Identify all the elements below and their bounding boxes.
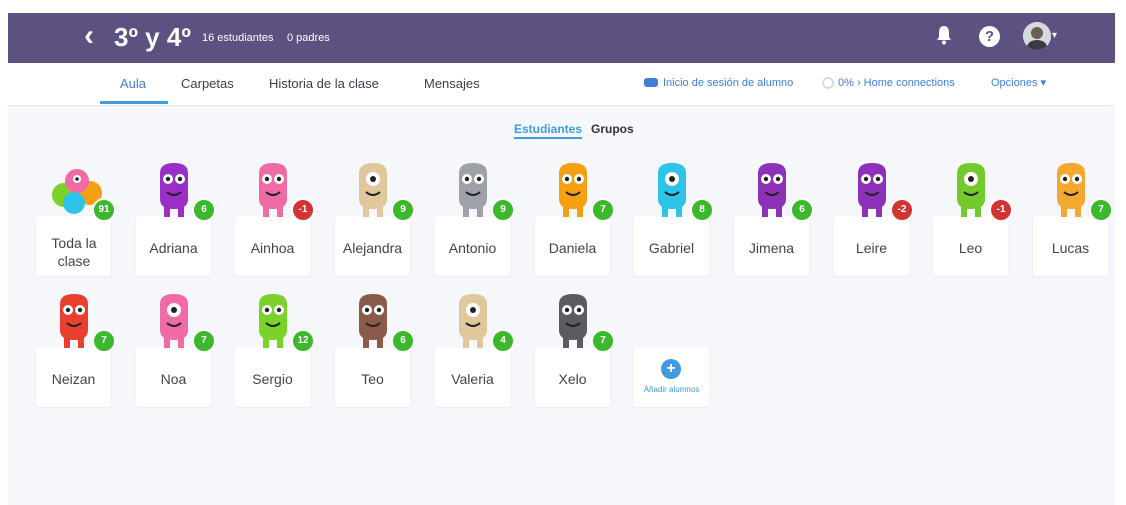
progress-ring-icon <box>822 77 834 89</box>
student-card[interactable]: Valeria <box>435 347 510 407</box>
points-badge: 7 <box>192 329 216 353</box>
points-badge: -1 <box>989 198 1013 222</box>
toggle-students[interactable]: Estudiantes <box>514 121 583 139</box>
student-name: Noa <box>160 371 187 387</box>
tab-aula[interactable]: Aula <box>120 76 146 92</box>
student-name: Gabriel <box>648 240 695 256</box>
points-badge: 6 <box>790 198 814 222</box>
student-name: Teo <box>361 371 384 387</box>
student-name: Sergio <box>252 371 293 387</box>
student-name: Leo <box>958 240 983 256</box>
monster-avatar[interactable] <box>150 290 198 350</box>
tab-mensajes[interactable]: Mensajes <box>424 76 480 92</box>
monster-avatar[interactable] <box>249 290 297 350</box>
monster-avatar[interactable] <box>349 290 397 350</box>
options-menu[interactable]: Opciones ▾ <box>991 76 1046 90</box>
points-badge: 6 <box>192 198 216 222</box>
points-badge: 4 <box>491 329 515 353</box>
student-card[interactable]: Alejandra <box>335 216 410 276</box>
student-name: Lucas <box>1051 240 1090 256</box>
student-name: Antonio <box>448 240 497 256</box>
points-badge: -2 <box>890 198 914 222</box>
student-name: Daniela <box>548 240 597 256</box>
student-card[interactable]: Antonio <box>435 216 510 276</box>
monster-avatar[interactable] <box>1047 159 1095 219</box>
app-frame: ‹ 3º y 4º 16 estudiantes 0 padres ? ▾ Au… <box>8 13 1115 505</box>
tab-carpetas[interactable]: Carpetas <box>181 76 234 92</box>
student-name: Xelo <box>558 371 587 387</box>
class-group-avatar[interactable] <box>50 159 102 219</box>
student-login-label: Inicio de sesión de alumno <box>663 77 794 89</box>
monster-avatar[interactable] <box>648 159 696 219</box>
student-name: Toda la clase <box>51 235 97 269</box>
points-badge: -1 <box>291 198 315 222</box>
monster-avatar[interactable] <box>947 159 995 219</box>
student-card[interactable]: Gabriel <box>634 216 709 276</box>
add-students-label: Añadir alumnos <box>643 385 700 394</box>
student-card[interactable]: Ainhoa <box>235 216 310 276</box>
points-badge: 7 <box>591 198 615 222</box>
student-card[interactable]: Noa <box>136 347 211 407</box>
points-badge: 9 <box>491 198 515 222</box>
monster-avatar[interactable] <box>449 159 497 219</box>
monster-avatar[interactable] <box>848 159 896 219</box>
top-bar: ‹ 3º y 4º 16 estudiantes 0 padres ? ▾ <box>8 13 1115 63</box>
points-badge: 8 <box>690 198 714 222</box>
plus-icon: + <box>661 359 681 379</box>
student-name: Jimena <box>748 240 795 256</box>
students-icon <box>644 78 658 87</box>
home-connections-label: 0% › Home connections <box>838 77 955 89</box>
monster-avatar[interactable] <box>549 290 597 350</box>
student-name: Alejandra <box>342 240 403 256</box>
points-badge: 12 <box>291 329 315 353</box>
student-card[interactable]: Lucas <box>1033 216 1108 276</box>
active-tab-indicator <box>100 101 168 104</box>
student-name: Ainhoa <box>250 240 295 256</box>
class-nav: Aula Carpetas Historia de la clase Mensa… <box>8 63 1115 106</box>
student-name: Leire <box>855 240 888 256</box>
back-button[interactable]: ‹ <box>84 21 94 51</box>
help-icon[interactable]: ? <box>979 26 1000 47</box>
account-menu[interactable] <box>1023 22 1051 50</box>
student-card[interactable]: Daniela <box>535 216 610 276</box>
points-badge: 7 <box>1089 198 1113 222</box>
student-name: Valeria <box>451 371 494 387</box>
monster-avatar[interactable] <box>748 159 796 219</box>
monster-avatar[interactable] <box>249 159 297 219</box>
add-students-button[interactable]: + Añadir alumnos <box>634 347 709 407</box>
monster-avatar[interactable] <box>449 290 497 350</box>
points-badge: 7 <box>591 329 615 353</box>
student-card[interactable]: Xelo <box>535 347 610 407</box>
bell-icon[interactable] <box>936 25 952 50</box>
student-name: Neizan <box>51 371 96 387</box>
avatar <box>1023 22 1051 50</box>
points-badge: 7 <box>92 329 116 353</box>
tab-historia[interactable]: Historia de la clase <box>269 76 379 92</box>
student-card[interactable]: Leo <box>933 216 1008 276</box>
students-count: 16 estudiantes <box>202 32 274 44</box>
points-badge: 9 <box>391 198 415 222</box>
toggle-groups[interactable]: Grupos <box>591 121 634 137</box>
chevron-down-icon[interactable]: ▾ <box>1052 30 1057 41</box>
student-card[interactable]: Sergio <box>235 347 310 407</box>
class-title[interactable]: 3º y 4º <box>114 23 191 51</box>
points-badge: 91 <box>92 198 116 222</box>
student-card[interactable]: Teo <box>335 347 410 407</box>
monster-avatar[interactable] <box>50 290 98 350</box>
home-connections-link[interactable]: 0% › Home connections <box>822 76 955 90</box>
student-login-link[interactable]: Inicio de sesión de alumno <box>644 76 793 90</box>
monster-avatar[interactable] <box>150 159 198 219</box>
student-card[interactable]: Leire <box>834 216 909 276</box>
student-card[interactable]: Neizan <box>36 347 111 407</box>
monster-avatar[interactable] <box>549 159 597 219</box>
points-badge: 6 <box>391 329 415 353</box>
monster-avatar[interactable] <box>349 159 397 219</box>
student-name: Adriana <box>149 240 198 256</box>
student-card[interactable]: Toda la clase <box>36 216 111 276</box>
student-card[interactable]: Jimena <box>734 216 809 276</box>
student-card[interactable]: Adriana <box>136 216 211 276</box>
parents-count: 0 padres <box>287 32 330 44</box>
